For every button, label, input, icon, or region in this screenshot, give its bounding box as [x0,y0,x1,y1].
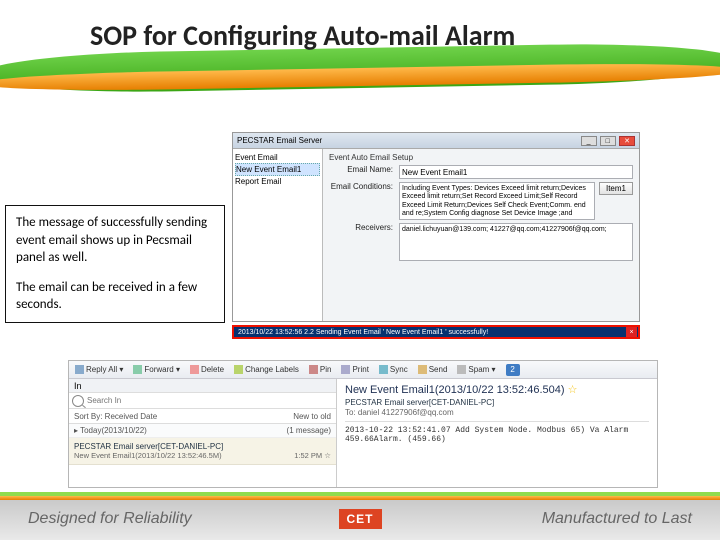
callout-p1: The message of successfully sending even… [16,214,214,267]
label-conditions: Email Conditions: [329,182,399,191]
sort-row[interactable]: Sort By: Received Date New to old [69,409,336,424]
field-receivers[interactable]: daniel.lichuyuan@139.com; 41227@qq.com;4… [399,223,633,261]
spam-icon [457,365,466,374]
preview-to: To: daniel 41227906f@qq.com [345,408,649,417]
pin-icon [309,365,318,374]
star-icon[interactable]: ☆ [568,384,578,396]
spam-button[interactable]: Spam ▾ [457,365,495,374]
delete-button[interactable]: Delete [190,365,224,374]
status-text: 2013/10/22 13:52:56 2.2 Sending Event Em… [238,329,488,336]
preview-subject-text: New Event Email1(2013/10/22 13:52:46.504… [345,384,565,396]
window-title: PECSTAR Email Server [237,136,580,145]
pecstar-window: PECSTAR Email Server _ □ ✕ Event Email N… [232,132,640,322]
mail-body: In Sort By: Received Date New to old ▸ T… [69,379,657,487]
pin-button[interactable]: Pin [309,365,332,374]
preview-body: 2013-10-22 13:52:41.07 Add System Node. … [345,426,649,444]
footer-logo: CET [339,509,382,529]
tree-root[interactable]: Event Email [235,152,320,163]
group-label: Event Auto Email Setup [329,153,633,162]
print-label: Print [352,365,368,374]
msg-from: PECSTAR Email server[CET-DANIEL-PC] [74,442,331,451]
footer-right: Manufactured to Last [382,510,720,528]
label-name: Email Name: [329,165,399,174]
footer-bar: Designed for Reliability CET Manufacture… [0,492,720,540]
callout-box: The message of successfully sending even… [5,205,225,323]
divider [345,421,649,422]
maximize-button[interactable]: □ [600,136,616,146]
field-conditions[interactable]: Including Event Types: Devices Exceed li… [399,182,595,220]
mail-client-window: Reply All ▾ Forward ▾ Delete Change Labe… [68,360,658,488]
day-label: Today(2013/10/22) [80,426,147,435]
sync-label: Sync [390,365,408,374]
replyall-button[interactable]: Reply All ▾ [75,365,123,374]
window-body: Event Email New Event Email1 Report Emai… [233,149,639,321]
search-input[interactable] [87,395,336,407]
spam-label: Spam ▾ [468,365,495,374]
delete-icon [190,365,199,374]
mail-toolbar: Reply All ▾ Forward ▾ Delete Change Labe… [69,361,657,379]
label-icon [234,365,243,374]
minimize-button[interactable]: _ [581,136,597,146]
conditions-button[interactable]: Item1 [599,182,633,195]
changelabels-label: Change Labels [245,365,299,374]
sort-order: New to old [293,412,331,421]
footer-left: Designed for Reliability [0,510,339,528]
top-stripe [0,0,720,110]
preview-subject: New Event Email1(2013/10/22 13:52:46.504… [345,383,649,396]
detail-pane: Event Auto Email Setup Email Name: New E… [323,149,639,321]
forward-label: Forward ▾ [144,365,180,374]
unread-badge: 2 [506,364,520,376]
send-label: Send [429,365,448,374]
close-button[interactable]: ✕ [619,136,635,146]
tree-item-selected[interactable]: New Event Email1 [235,163,320,176]
message-row[interactable]: PECSTAR Email server[CET-DANIEL-PC] New … [69,438,336,465]
callout-p2: The email can be received in a few secon… [16,279,214,314]
print-icon [341,365,350,374]
tree-item[interactable]: Report Email [235,176,320,187]
to-label: To: [345,408,356,417]
sync-icon [379,365,388,374]
replyall-label: Reply All ▾ [86,365,123,374]
day-count: (1 message) [287,424,331,437]
msg-meta: New Event Email1(2013/10/22 13:52:46.5M)… [74,451,331,460]
field-name[interactable]: New Event Email1 [399,165,633,179]
send-icon [418,365,427,374]
reply-icon [75,365,84,374]
folder-header[interactable]: In [69,379,336,393]
msg-subject: New Event Email1(2013/10/22 13:52:46.5M) [74,451,222,460]
delete-label: Delete [201,365,224,374]
mail-list-pane: In Sort By: Received Date New to old ▸ T… [69,379,337,487]
status-bar-highlighted: 2013/10/22 13:52:56 2.2 Sending Event Em… [232,325,640,339]
row-receivers: Receivers: daniel.lichuyuan@139.com; 412… [329,223,633,261]
day-header[interactable]: ▸ Today(2013/10/22) (1 message) [69,424,336,438]
footer-orange-line [0,496,720,500]
titlebar[interactable]: PECSTAR Email Server _ □ ✕ [233,133,639,149]
print-button[interactable]: Print [341,365,368,374]
msg-time: 1:52 PM ☆ [294,451,331,460]
forward-icon [133,365,142,374]
send-button[interactable]: Send [418,365,448,374]
sort-by: Sort By: Received Date [74,412,157,421]
slide-title: SOP for Configuring Auto-mail Alarm [90,18,690,53]
changelabels-button[interactable]: Change Labels [234,365,299,374]
search-icon[interactable] [72,395,84,407]
tree-pane: Event Email New Event Email1 Report Emai… [233,149,323,321]
row-conditions: Email Conditions: Including Event Types:… [329,182,633,220]
row-name: Email Name: New Event Email1 [329,165,633,179]
status-close-icon[interactable]: × [626,327,637,338]
search-row [69,393,336,409]
to-value: daniel 41227906f@qq.com [358,408,454,417]
mail-preview-pane: New Event Email1(2013/10/22 13:52:46.504… [337,379,657,487]
pin-label: Pin [320,365,332,374]
forward-button[interactable]: Forward ▾ [133,365,180,374]
label-receivers: Receivers: [329,223,399,232]
sync-button[interactable]: Sync [379,365,408,374]
window-buttons: _ □ ✕ [580,136,635,146]
preview-from: PECSTAR Email server[CET-DANIEL-PC] [345,398,649,407]
